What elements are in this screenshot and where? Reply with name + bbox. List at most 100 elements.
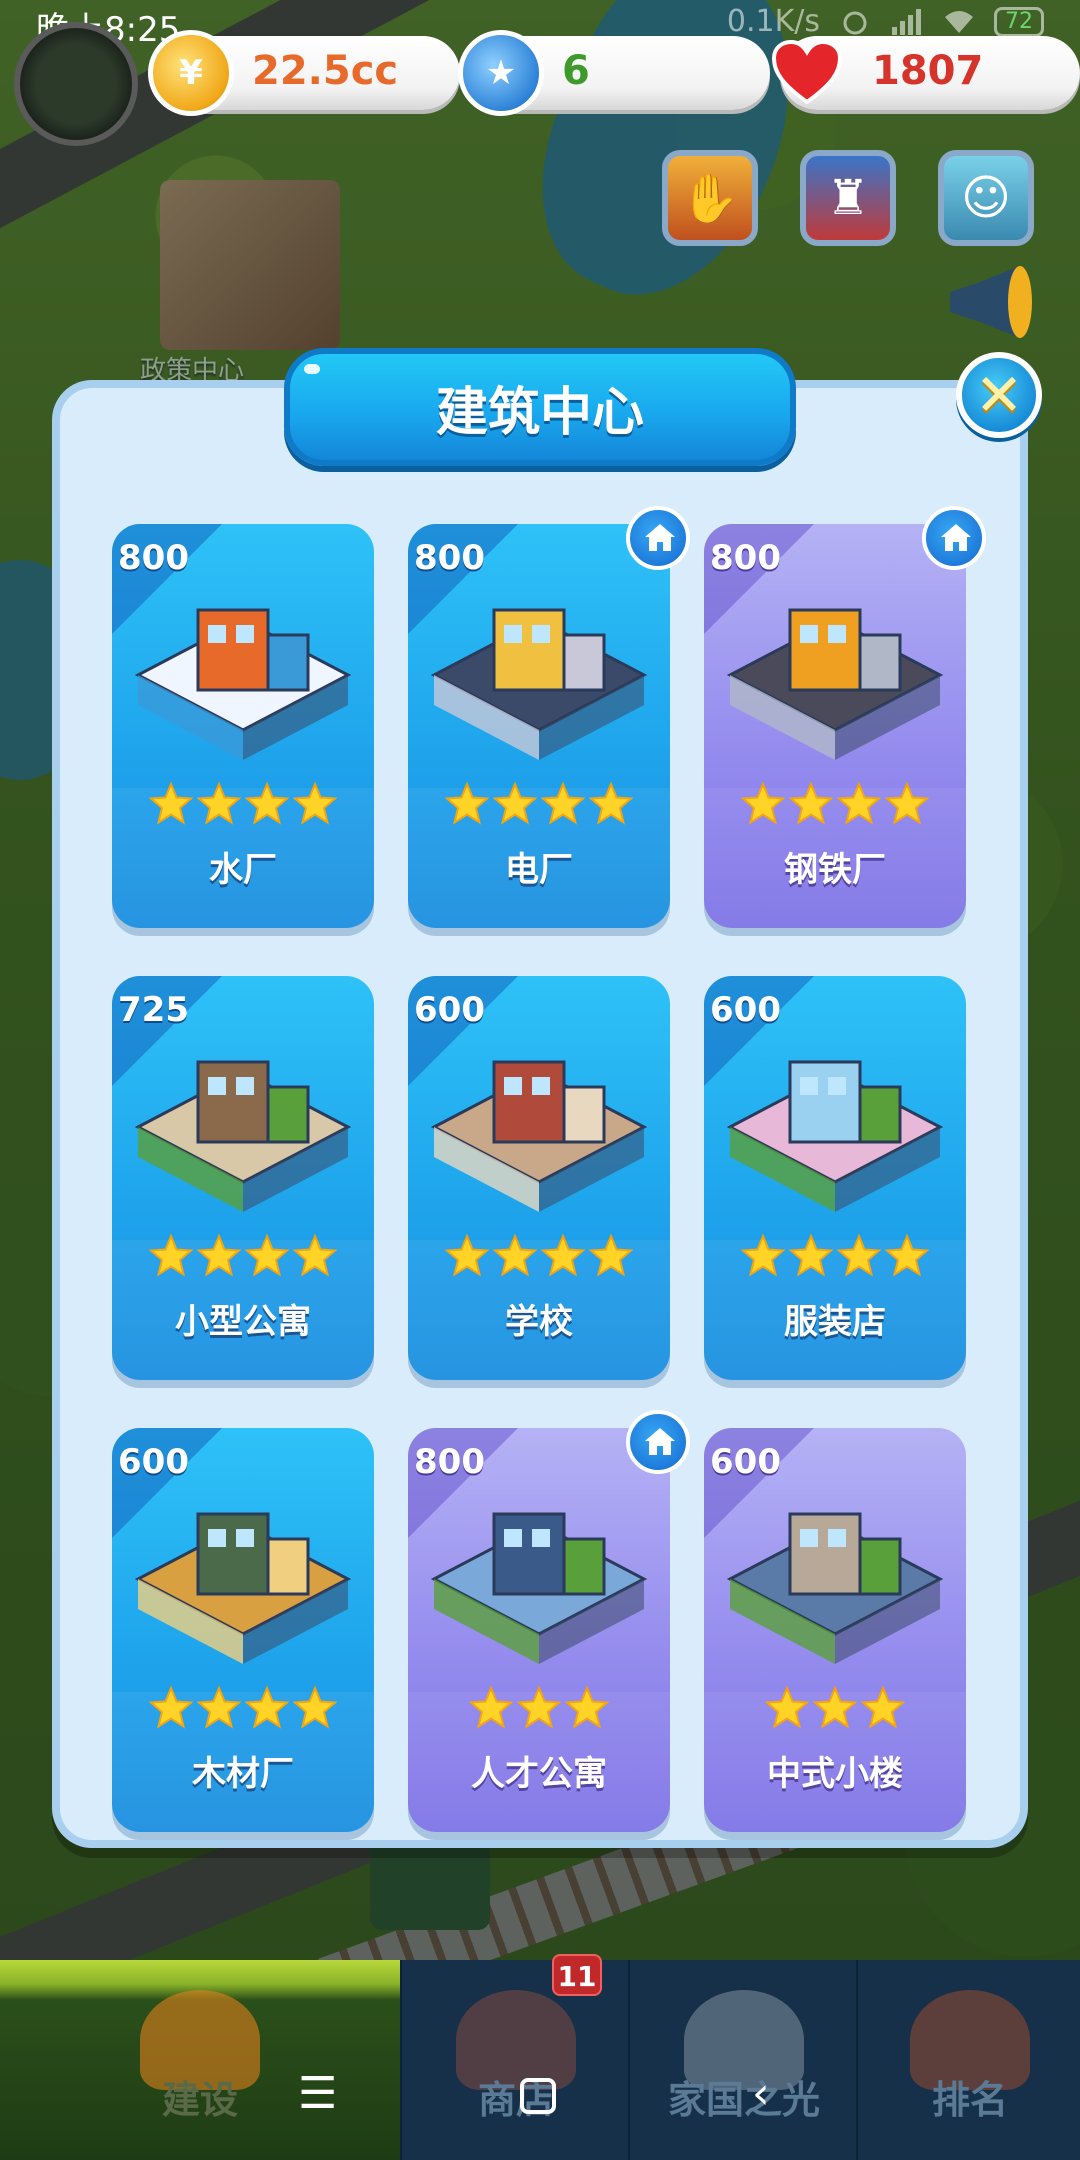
star-icon: [445, 782, 489, 825]
star-icon: [837, 782, 881, 825]
menu-icon[interactable]: ☰: [298, 2068, 337, 2119]
star-icon: [517, 1686, 561, 1729]
star-icon: [149, 1234, 193, 1277]
building-card[interactable]: 800 水厂: [112, 524, 374, 928]
building-illustration: [726, 1060, 944, 1212]
rating-stars: [112, 782, 374, 826]
star-icon: [293, 782, 337, 825]
star-icon: [197, 1686, 241, 1729]
blue-star-icon: ★: [458, 30, 544, 116]
tab-build[interactable]: 建设: [0, 1960, 402, 2160]
event-icon: ♜: [826, 170, 870, 226]
rating-stars: [704, 782, 966, 826]
building-grid: 800 水厂 800 电厂 800 钢铁厂 725 小型公寓 600 学校 600 服装店 600 木材厂…: [112, 506, 986, 1834]
star-icon: [789, 1234, 833, 1277]
rating-stars: [408, 1686, 670, 1730]
heart-counter[interactable]: 1807: [772, 36, 1080, 110]
star-value: 6: [562, 48, 590, 94]
rating-stars: [704, 1686, 966, 1730]
event-button[interactable]: ♜: [800, 150, 896, 246]
rating-stars: [408, 1234, 670, 1278]
coin-icon: ¥: [148, 30, 234, 116]
star-icon: [885, 782, 929, 825]
building-price: 725: [118, 990, 189, 1030]
building-illustration: [430, 608, 648, 760]
home-icon: [922, 506, 986, 570]
building-card[interactable]: 600 中式小楼: [704, 1428, 966, 1832]
signal-icon: [892, 8, 921, 35]
building-card[interactable]: 600 服装店: [704, 976, 966, 1380]
building-illustration: [430, 1060, 648, 1212]
megaphone-icon[interactable]: [940, 262, 1036, 342]
star-icon: [493, 782, 537, 825]
building-illustration: [134, 1060, 352, 1212]
alarm-icon: [843, 11, 867, 34]
building-price: 800: [414, 538, 485, 578]
star-icon: [245, 1234, 289, 1277]
close-icon: ✕: [974, 361, 1024, 429]
building-price: 600: [118, 1442, 189, 1482]
star-counter[interactable]: ★ 6: [458, 30, 770, 116]
building-name: 服装店: [784, 1302, 886, 1342]
building-name: 中式小楼: [767, 1754, 903, 1794]
building-card[interactable]: 800 钢铁厂: [704, 524, 966, 928]
star-icon: [861, 1686, 905, 1729]
home-nav-icon[interactable]: [520, 2078, 556, 2114]
building-illustration: [134, 608, 352, 760]
rating-stars: [704, 1234, 966, 1278]
star-icon: [293, 1686, 337, 1729]
close-button[interactable]: ✕: [956, 352, 1042, 438]
star-icon: [493, 1234, 537, 1277]
handshake-button[interactable]: ✋: [662, 150, 758, 246]
building-card[interactable]: 600 学校: [408, 976, 670, 1380]
tab-ranking-label: 排名: [931, 2078, 1008, 2122]
star-icon: [197, 1234, 241, 1277]
building-illustration: [430, 1512, 648, 1664]
star-icon: [589, 782, 633, 825]
building-card[interactable]: 800 电厂: [408, 524, 670, 928]
citizen-button[interactable]: ☺: [938, 150, 1034, 246]
back-icon[interactable]: ‹: [752, 2068, 770, 2119]
star-icon: [741, 782, 785, 825]
star-icon: [197, 782, 241, 825]
coin-counter[interactable]: ¥ 22.5cc: [148, 30, 460, 116]
shop-badge: 11: [552, 1954, 602, 1996]
star-icon: [245, 782, 289, 825]
building-name: 钢铁厂: [784, 850, 886, 890]
star-icon: [245, 1686, 289, 1729]
building-price: 800: [118, 538, 189, 578]
tab-national-glory[interactable]: 家国之光: [632, 1960, 858, 2160]
building-card[interactable]: 800 人才公寓: [408, 1428, 670, 1832]
building-card[interactable]: 725 小型公寓: [112, 976, 374, 1380]
star-icon: [149, 1686, 193, 1729]
home-icon: [626, 506, 690, 570]
building-illustration: [726, 1512, 944, 1664]
player-avatar[interactable]: [14, 22, 138, 146]
home-icon: [626, 1410, 690, 1474]
star-icon: [789, 782, 833, 825]
heart-icon: [768, 30, 854, 116]
star-icon: [445, 1234, 489, 1277]
building-name: 水厂: [209, 850, 277, 890]
coin-value: 22.5cc: [252, 48, 399, 94]
rating-stars: [112, 1234, 374, 1278]
building-illustration: [726, 608, 944, 760]
wifi-icon: [945, 10, 973, 33]
building-price: 800: [414, 1442, 485, 1482]
building-card[interactable]: 600 木材厂: [112, 1428, 374, 1832]
dialog-title: 建筑中心: [435, 382, 644, 443]
building-name: 学校: [505, 1302, 573, 1342]
star-icon: [469, 1686, 513, 1729]
tab-ranking[interactable]: 排名: [860, 1960, 1080, 2160]
star-icon: [541, 782, 585, 825]
handshake-icon: ✋: [680, 170, 740, 227]
star-icon: [837, 1234, 881, 1277]
heart-value: 1807: [872, 48, 984, 94]
dialog-title-banner: 建筑中心: [284, 348, 796, 466]
tab-build-label: 建设: [161, 2078, 238, 2122]
tab-shop-label: 商店: [477, 2078, 554, 2122]
rating-stars: [112, 1686, 374, 1730]
building-price: 800: [710, 538, 781, 578]
tab-national-glory-label: 家国之光: [667, 2078, 820, 2122]
building-name: 电厂: [505, 850, 573, 890]
